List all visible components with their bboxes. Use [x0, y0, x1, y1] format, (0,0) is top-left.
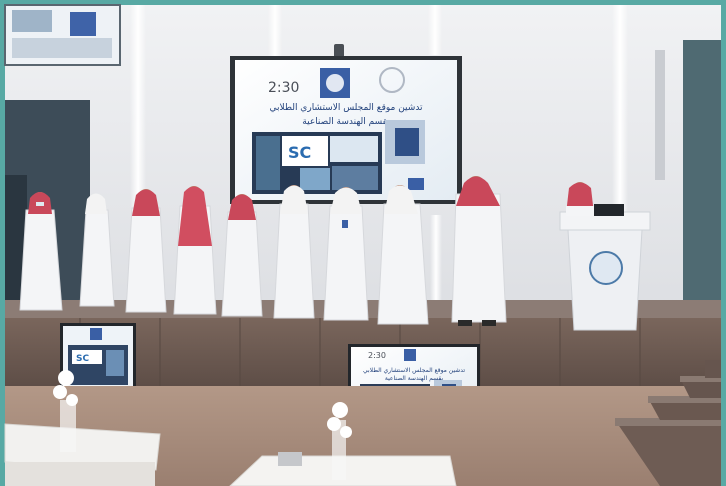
main-screen-title-line2: بقسم الهندسة الصناعية: [302, 117, 389, 127]
person: [451, 176, 507, 326]
tissue-box: [278, 452, 302, 466]
left-monitor-logo: SC: [76, 354, 89, 364]
main-screen-clock: 2:30: [268, 80, 299, 96]
podium: [559, 204, 651, 331]
right-monitor-title-line1: تدشين موقع المجلس الاستشاري الطلابي: [363, 367, 465, 374]
phone-mockup-icon: [395, 128, 419, 156]
right-monitor-clock: 2:30: [368, 351, 386, 360]
person: [273, 185, 315, 319]
person: [323, 187, 369, 321]
person: [221, 194, 263, 317]
light-strip: [130, 5, 146, 215]
person: [566, 182, 594, 216]
ceremony-photo: 2:30 تدشين موقع المجلس الاستشاري الطلابي…: [0, 0, 726, 486]
top-left-screen: [4, 4, 121, 66]
right-wall-panel: [683, 40, 721, 320]
wall-pillar: [655, 50, 665, 180]
main-screen: 2:30 تدشين موقع المجلس الاستشاري الطلابي…: [230, 56, 462, 204]
laptop: [594, 204, 624, 216]
main-screen-logo: SC: [288, 143, 311, 162]
main-screen-title-line1: تدشين موقع المجلس الاستشاري الطلابي: [269, 103, 423, 113]
light-strip: [612, 5, 628, 215]
university-emblem-icon: [589, 251, 623, 285]
security-camera: [334, 44, 344, 58]
light-strip: [430, 215, 442, 305]
person: [377, 185, 429, 325]
light-strip: [428, 5, 442, 55]
